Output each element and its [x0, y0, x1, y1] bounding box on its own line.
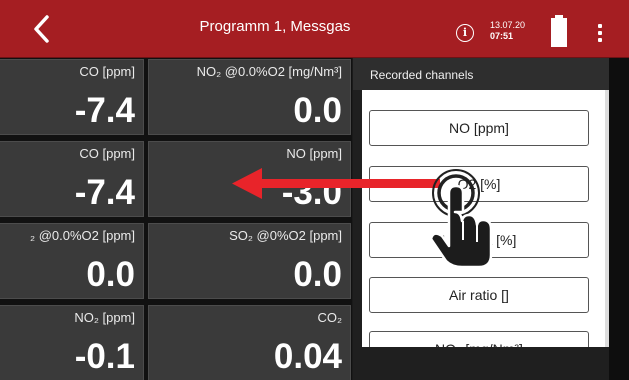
tile-label: SO₂ @0%O2 [ppm] [229, 228, 342, 243]
panel-heading: Recorded channels [353, 58, 609, 90]
page-title: Programm 1, Messgas [199, 18, 351, 35]
measurement-grid: CO [ppm] -7.4 NO₂ @0.0%O2 [mg/Nm³] 0.0 C… [0, 58, 352, 380]
info-icon[interactable]: i [456, 24, 474, 42]
channel-list[interactable]: NO [ppm] O2 [%] Lambda [%] Air ratio [] … [362, 90, 605, 347]
back-button[interactable] [22, 10, 62, 48]
tile-no2-ppm-o2[interactable]: ₂ @0.0%O2 [ppm] 0.0 [0, 223, 144, 299]
tile-value: -7.4 [74, 173, 135, 212]
datetime-display: 13.07.20 07:51 [490, 20, 525, 42]
side-rail [609, 58, 629, 380]
more-vert-icon[interactable] [596, 24, 604, 42]
tile-label: CO₂ [317, 310, 342, 325]
tile-value: 0.04 [273, 337, 342, 376]
tile-so2[interactable]: SO₂ @0%O2 [ppm] 0.0 [148, 223, 351, 299]
tile-value: 0.0 [293, 91, 342, 130]
tile-co-1[interactable]: CO [ppm] -7.4 [0, 59, 144, 135]
tile-no2-mg[interactable]: NO₂ @0.0%O2 [mg/Nm³] 0.0 [148, 59, 351, 135]
tile-co2[interactable]: CO₂ 0.04 [148, 305, 351, 380]
back-chevron-icon [34, 15, 49, 43]
date-text: 13.07.20 [490, 20, 526, 30]
battery-full-icon [551, 15, 567, 47]
channel-button[interactable]: NO₂ [mg/Nm³] [369, 331, 589, 347]
recorded-channels-panel: Recorded channels NO [ppm] O2 [%] Lambda… [353, 58, 609, 380]
time-text: 07:51 [490, 31, 514, 41]
channel-button[interactable]: O2 [%] [369, 166, 589, 202]
tile-label: NO₂ [ppm] [74, 310, 135, 325]
tile-no2-ppm[interactable]: NO₂ [ppm] -0.1 [0, 305, 144, 380]
tile-co-2[interactable]: CO [ppm] -7.4 [0, 141, 144, 217]
tile-label: NO [ppm] [286, 146, 342, 161]
tile-value: -3.0 [281, 173, 342, 212]
tile-value: 0.0 [86, 255, 135, 294]
channel-button[interactable]: Air ratio [] [369, 277, 589, 313]
channel-button[interactable]: Lambda [%] [369, 222, 589, 258]
tile-label: CO [ppm] [79, 146, 135, 161]
title-bar: Programm 1, Messgas i 13.07.20 07:51 [0, 0, 629, 58]
tile-value: -7.4 [74, 91, 135, 130]
tile-value: 0.0 [293, 255, 342, 294]
tile-value: -0.1 [74, 337, 135, 376]
tile-label: NO₂ @0.0%O2 [mg/Nm³] [196, 64, 342, 79]
tile-label: ₂ @0.0%O2 [ppm] [30, 228, 135, 243]
tile-no[interactable]: NO [ppm] -3.0 [148, 141, 351, 217]
channel-button[interactable]: NO [ppm] [369, 110, 589, 146]
tile-label: CO [ppm] [79, 64, 135, 79]
